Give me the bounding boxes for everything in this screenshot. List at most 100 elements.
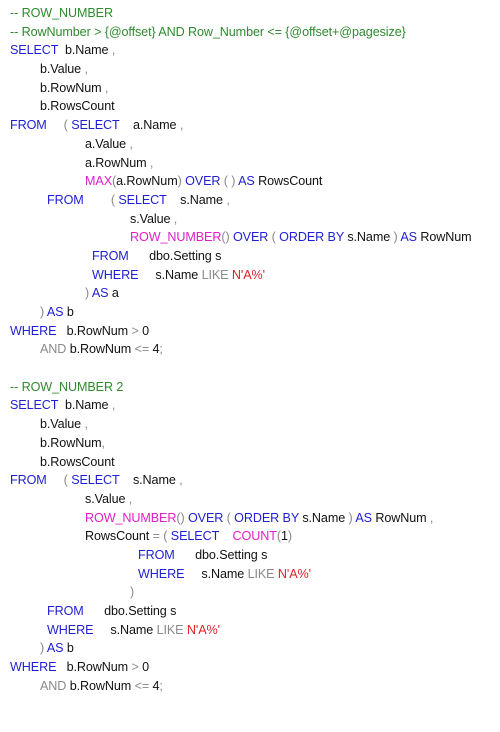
code-token-punct: ) <box>130 585 135 600</box>
code-token-plain: s.Value <box>130 211 174 226</box>
code-token-punct: ( <box>223 510 235 525</box>
code-line: AND b.RowNum <= 4; <box>10 677 472 696</box>
code-token-plain: 0 <box>138 323 150 338</box>
code-token-punct: ) <box>287 529 292 544</box>
code-line: WHERE s.Name LIKE N'A%' <box>10 621 472 640</box>
code-token-function: MAX <box>85 174 112 189</box>
code-line: ) AS b <box>10 303 472 322</box>
code-token-keyword: SELECT <box>118 192 167 207</box>
code-token-punct: , <box>84 417 88 432</box>
code-token-keyword: SELECT <box>170 529 219 544</box>
code-token-plain: b.Name <box>58 398 112 413</box>
code-token-plain: b <box>63 641 74 656</box>
code-token-punct: ; <box>159 678 163 693</box>
code-line: b.RowsCount <box>10 453 472 472</box>
code-token-operator: > <box>131 323 139 338</box>
code-line: ) AS b <box>10 639 472 658</box>
code-line: FROM ( SELECT s.Name , <box>10 471 472 490</box>
code-token-punct: = ( <box>152 529 171 544</box>
code-token-plain: s.Name <box>343 230 394 245</box>
code-token-keyword: OVER <box>232 230 269 245</box>
code-token-punct: , <box>111 43 116 58</box>
code-token-plain: b.RowNum <box>56 660 132 675</box>
code-line: WHERE s.Name LIKE N'A%' <box>10 266 472 285</box>
code-token-keyword: SELECT <box>10 398 59 413</box>
code-line: a.RowNum , <box>10 154 472 173</box>
code-token-punct: , <box>173 211 178 226</box>
code-token-plain: 4 <box>149 678 160 693</box>
code-token-punct: () <box>176 510 188 525</box>
code-token-plain: RowsCount <box>254 174 323 189</box>
code-token-operator: <= <box>134 342 150 357</box>
code-line: SELECT b.Name , <box>10 396 472 415</box>
code-token-punct: ( <box>268 230 280 245</box>
code-token-punct: ( <box>46 118 72 133</box>
code-token-punct: , <box>101 435 106 450</box>
code-token-punct: , <box>429 510 434 525</box>
code-token-punct: , <box>111 398 116 413</box>
code-token-keyword: AS <box>355 510 372 525</box>
code-token-keyword: OVER <box>187 510 224 525</box>
code-line: WHERE b.RowNum > 0 <box>10 322 472 341</box>
code-token-plain: s.Name <box>93 622 157 637</box>
code-token-plain: 1 <box>280 529 288 544</box>
code-token-punct: ) <box>40 641 47 656</box>
code-token-keyword: FROM <box>10 118 47 133</box>
code-token-plain: s.Name <box>298 510 349 525</box>
code-token-string: N'A%' <box>186 622 220 637</box>
code-token-function: ROW_NUMBER <box>85 510 177 525</box>
code-token-punct: , <box>128 491 133 506</box>
code-token-plain: b.RowsCount <box>40 454 115 469</box>
code-token-plain: b.Name <box>58 43 112 58</box>
code-line: WHERE b.RowNum > 0 <box>10 658 472 677</box>
code-token-plain: RowNum <box>371 510 430 525</box>
code-token-keyword: WHERE <box>138 566 185 581</box>
code-token-keyword: ORDER BY <box>234 510 299 525</box>
code-token-punct: ) <box>177 174 186 189</box>
code-token-plain: s.Name <box>166 192 227 207</box>
code-token-punct: , <box>179 118 184 133</box>
code-token-function: COUNT <box>232 529 277 544</box>
code-token-plain: 0 <box>138 660 150 675</box>
code-line: -- RowNumber > {@offset} AND Row_Number … <box>10 23 472 42</box>
code-line: FROM dbo.Setting s <box>10 546 472 565</box>
code-line: SELECT b.Name , <box>10 41 472 60</box>
code-token-plain: b.RowNum <box>66 678 135 693</box>
code-token-plain: s.Value <box>85 491 129 506</box>
code-line: ) AS a <box>10 284 472 303</box>
code-line: ROW_NUMBER() OVER ( ORDER BY s.Name ) AS… <box>10 228 472 247</box>
code-token-punct: ( ) <box>220 174 239 189</box>
code-token-plain: a <box>108 286 119 301</box>
code-token-keyword: SELECT <box>10 43 59 58</box>
code-token-plain: a.Name <box>119 118 180 133</box>
code-token-function: ROW_NUMBER <box>130 230 222 245</box>
code-line: b.Value , <box>10 415 472 434</box>
code-token-plain: b.RowsCount <box>40 99 115 114</box>
code-token-plain: b.RowNum <box>66 342 135 357</box>
code-token-keyword: WHERE <box>10 323 57 338</box>
code-token-operator: AND <box>40 342 67 357</box>
code-token-operator: LIKE <box>156 622 184 637</box>
code-token-punct: ; <box>159 342 163 357</box>
code-token-plain: RowNum <box>416 230 472 245</box>
code-line: WHERE s.Name LIKE N'A%' <box>10 565 472 584</box>
code-token-operator: AND <box>40 678 67 693</box>
code-line: s.Value , <box>10 490 472 509</box>
code-line: AND b.RowNum <= 4; <box>10 340 472 359</box>
code-token-punct: , <box>179 473 183 488</box>
code-token-string: N'A%' <box>231 267 265 282</box>
code-line: RowsCount = ( SELECT COUNT(1) <box>10 527 472 546</box>
code-token-keyword: OVER <box>185 174 221 189</box>
code-token-punct: ( <box>83 192 119 207</box>
code-token-plain: a.Value <box>85 136 130 151</box>
code-token-plain: s.Name <box>184 566 248 581</box>
code-token-keyword: AS <box>46 641 64 656</box>
code-line: FROM ( SELECT a.Name , <box>10 116 472 135</box>
code-token-keyword: WHERE <box>92 267 139 282</box>
code-token-punct: , <box>226 192 230 207</box>
code-token-punct: () <box>221 230 233 245</box>
code-token-plain: b.RowNum <box>56 323 132 338</box>
code-line: b.RowsCount <box>10 97 472 116</box>
code-line: ) <box>10 583 472 602</box>
